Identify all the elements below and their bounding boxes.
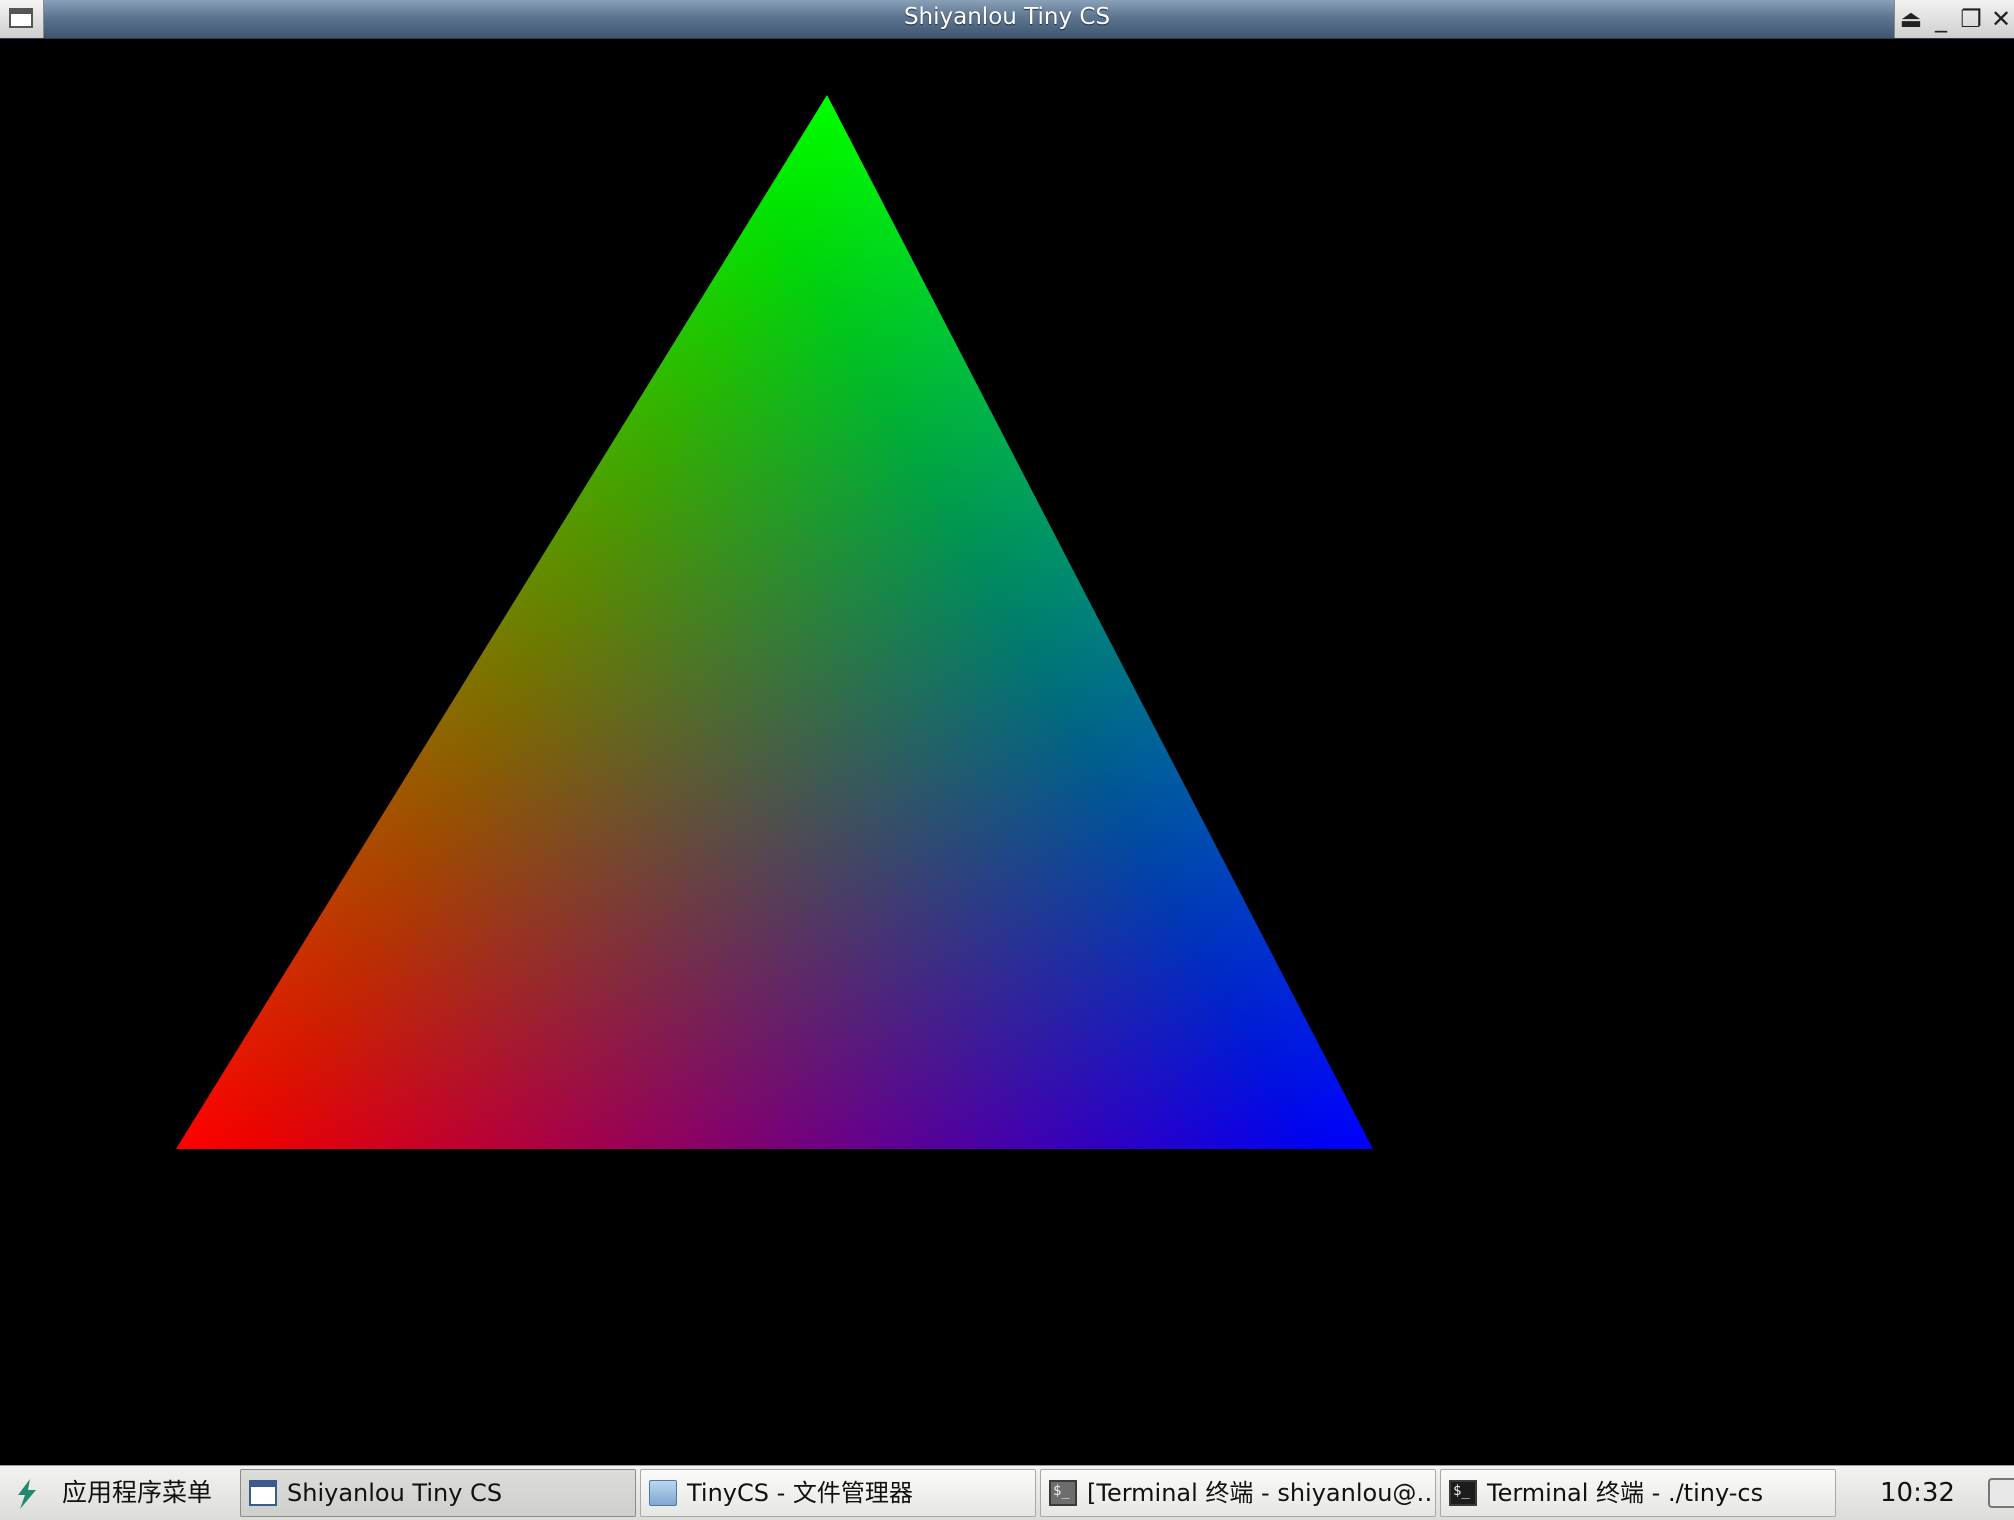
task-button-tiny-cs[interactable]: Shiyanlou Tiny CS [240,1469,636,1517]
window-title: Shiyanlou Tiny CS [903,4,1111,30]
task-label: Shiyanlou Tiny CS [287,1479,503,1507]
folder-icon [649,1480,677,1506]
gl-render-area[interactable] [0,39,2014,1465]
minimize-icon[interactable]: _ [1927,4,1955,34]
task-button-terminal-tiny-cs[interactable]: $_ Terminal 终端 - ./tiny-cs [1440,1469,1836,1517]
close-icon[interactable]: ✕ [1987,4,2014,34]
task-button-terminal-shiyanlou[interactable]: $_ [Terminal 终端 - shiyanlou@… [1040,1469,1436,1517]
tray-icon[interactable] [1988,1478,2014,1508]
applications-menu-button[interactable]: 应用程序菜单 [0,1466,236,1520]
taskbar: 应用程序菜单 Shiyanlou Tiny CS TinyCS - 文件管理器 … [0,1465,2014,1520]
terminal-icon: $_ [1049,1480,1077,1506]
window-icon [249,1480,277,1506]
shade-icon[interactable]: ⏏ [1897,4,1925,34]
task-label: [Terminal 终端 - shiyanlou@… [1087,1479,1436,1507]
window-title-bar[interactable]: Shiyanlou Tiny CS ⏏ _ ❐ ✕ [0,0,2014,39]
task-label: TinyCS - 文件管理器 [687,1479,913,1507]
rgb-triangle [176,95,1373,1149]
window-controls: ⏏ _ ❐ ✕ [1894,0,2014,38]
task-label: Terminal 终端 - ./tiny-cs [1487,1479,1764,1507]
maximize-icon[interactable]: ❐ [1957,4,1985,34]
applications-menu-label: 应用程序菜单 [62,1478,213,1507]
shiyanlou-logo-icon [18,1479,36,1509]
clock[interactable]: 10:32 [1880,1466,1955,1520]
task-button-file-manager[interactable]: TinyCS - 文件管理器 [640,1469,1036,1517]
terminal-icon: $_ [1449,1480,1477,1506]
triangle-green-channel [176,95,1373,1149]
